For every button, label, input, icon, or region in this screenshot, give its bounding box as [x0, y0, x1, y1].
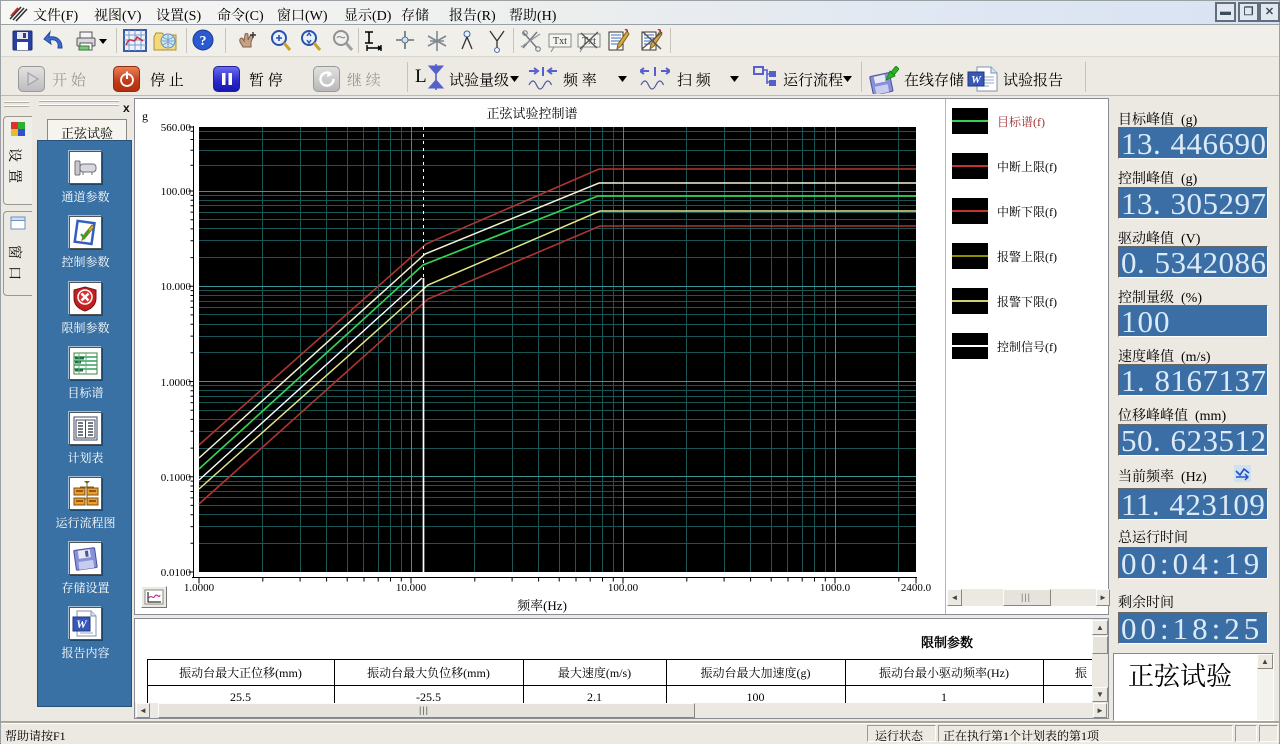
svg-text:0.0100: 0.0100	[161, 567, 192, 579]
svg-text:560.00: 560.00	[161, 122, 192, 134]
svg-text:10.000: 10.000	[396, 582, 427, 594]
svg-text:频率(Hz): 频率(Hz)	[517, 595, 567, 614]
svg-text:W: W	[76, 617, 88, 631]
svg-text:振动台最小驱动频率(Hz): 振动台最小驱动频率(Hz)	[879, 664, 1009, 681]
svg-text:1000.0: 1000.0	[820, 582, 851, 594]
svg-text:g: g	[142, 109, 148, 123]
svg-text:振动台最大负位移(mm): 振动台最大负位移(mm)	[367, 664, 490, 681]
svg-text:Txt: Txt	[553, 36, 567, 47]
svg-text:振动台最大加速度(g): 振动台最大加速度(g)	[701, 664, 811, 681]
svg-text:-25.5: -25.5	[416, 690, 441, 704]
svg-text:2400.0: 2400.0	[901, 582, 932, 594]
svg-text:振: 振	[1075, 664, 1087, 681]
svg-text:1.0000: 1.0000	[184, 582, 215, 594]
svg-text:100: 100	[747, 690, 765, 704]
svg-text:10.000: 10.000	[161, 281, 192, 293]
svg-text:2.1: 2.1	[587, 690, 602, 704]
svg-text:振动台最大正位移(mm): 振动台最大正位移(mm)	[179, 664, 302, 681]
svg-text:1: 1	[941, 690, 947, 704]
svg-text:25.5: 25.5	[230, 690, 251, 704]
svg-text:最大速度(m/s): 最大速度(m/s)	[558, 664, 631, 681]
svg-text:1.0000: 1.0000	[161, 377, 192, 389]
svg-text:?: ?	[200, 34, 207, 49]
svg-text:W: W	[971, 74, 982, 86]
svg-text:100.00: 100.00	[608, 582, 639, 594]
svg-text:100.00: 100.00	[161, 186, 192, 198]
svg-text:0.1000: 0.1000	[161, 472, 192, 484]
svg-text:正弦试验控制谱: 正弦试验控制谱	[486, 103, 577, 122]
